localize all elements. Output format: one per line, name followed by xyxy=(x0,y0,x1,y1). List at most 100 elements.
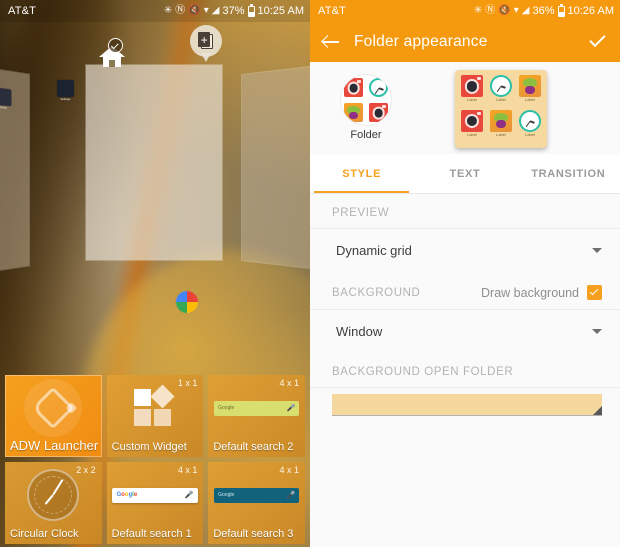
green-app-icon xyxy=(490,109,512,132)
widget-card-default-search-2[interactable]: 4 x 1 Google 🎤 Default search 2 xyxy=(208,375,305,457)
clock-icon xyxy=(490,75,512,97)
app-label: Settings xyxy=(60,97,70,101)
nfc-icon: Ⓝ xyxy=(485,5,496,16)
pin-tail xyxy=(201,53,211,62)
list-item: Label xyxy=(487,109,515,144)
right-settings-panel: AT&T ✳ Ⓝ 🔇 ▾ ◢ 36% 10:26 AM Folder appea… xyxy=(310,0,620,547)
green-app-icon xyxy=(341,100,366,125)
status-bar-left: AT&T ✳ Ⓝ 🔇 ▾ ◢ 37% 10:25 AM xyxy=(0,0,310,22)
widget-card-default-search-3[interactable]: 4 x 1 Google 🎤 Default search 3 xyxy=(208,462,305,544)
list-item[interactable]: Rocket xyxy=(0,87,12,115)
preview-style-dropdown[interactable]: Dynamic grid xyxy=(310,229,620,272)
app-label: Label xyxy=(525,131,535,137)
clock-icon xyxy=(366,75,391,100)
back-arrow-icon[interactable] xyxy=(322,33,340,51)
wifi-icon: ▾ xyxy=(513,5,519,16)
tab-style[interactable]: STYLE xyxy=(310,154,413,193)
dual-screenshot: AT&T ✳ Ⓝ 🔇 ▾ ◢ 37% 10:25 AM + Rocket Set… xyxy=(0,0,620,547)
widget-preview-art xyxy=(107,379,204,437)
microphone-icon: 🎤 xyxy=(286,405,296,412)
list-item: Label xyxy=(487,75,515,109)
list-item: Label xyxy=(516,75,544,109)
open-folder-preview[interactable]: Label Label Label Label Label Label xyxy=(455,70,547,148)
wifi-icon: ▾ xyxy=(203,5,209,16)
home-page-preview-right[interactable] xyxy=(241,64,310,271)
custom-widget-icon xyxy=(132,384,178,429)
widget-label: Default search 2 xyxy=(213,441,294,453)
widget-preview-art: Google 🎤 xyxy=(208,466,305,524)
chevron-down-icon xyxy=(592,248,602,253)
background-open-folder-swatch-wrap xyxy=(310,388,620,426)
settings-list: PREVIEW Dynamic grid BACKGROUND Draw bac… xyxy=(310,194,620,426)
tab-transition[interactable]: TRANSITION xyxy=(517,154,620,193)
home-page-preview-left[interactable]: Camera Rocket xyxy=(0,64,30,276)
circular-clock-icon xyxy=(27,469,80,521)
camera-icon xyxy=(461,75,483,97)
widget-card-circular-clock[interactable]: 2 x 2 Circular Clock xyxy=(5,462,102,544)
widget-preview-art: Google 🎤 xyxy=(208,379,305,437)
battery-icon xyxy=(557,3,565,17)
section-header-preview: PREVIEW xyxy=(310,194,620,229)
list-item: Label xyxy=(458,75,486,109)
widget-card-default-search-1[interactable]: 4 x 1 Google 🎤 Default search 1 xyxy=(106,462,204,544)
clock-label: 10:26 AM xyxy=(567,5,614,17)
widget-label: Default search 1 xyxy=(111,528,192,540)
app-icon xyxy=(0,87,11,107)
nfc-icon: Ⓝ xyxy=(175,5,186,16)
folder-icon-preview[interactable]: Folder xyxy=(332,75,400,141)
mute-icon: 🔇 xyxy=(498,5,511,16)
clock-icon xyxy=(519,109,541,132)
tab-bar: STYLE TEXT TRANSITION xyxy=(310,154,620,194)
left-home-screen-panel: AT&T ✳ Ⓝ 🔇 ▾ ◢ 37% 10:25 AM + Rocket Set… xyxy=(0,0,310,547)
background-style-dropdown[interactable]: Window xyxy=(310,310,620,353)
draw-background-checkbox[interactable] xyxy=(587,285,602,300)
widget-preview-art: Google 🎤 xyxy=(107,466,204,524)
section-header-background-open-folder: BACKGROUND OPEN FOLDER xyxy=(310,353,620,388)
draw-background-label: Draw background xyxy=(481,285,579,300)
app-label: Label xyxy=(496,97,506,102)
microphone-icon: 🎤 xyxy=(286,492,296,499)
adw-launcher-logo-icon xyxy=(24,379,83,437)
widget-preview-art xyxy=(5,379,102,437)
folder-preview-area: Folder Label Label Label Label Label Lab… xyxy=(310,62,620,154)
widget-picker-grid: ADW Launcher 1 x 1 Custom Widget 4 x 1 G… xyxy=(5,375,305,544)
list-item[interactable]: Settings xyxy=(55,80,75,106)
app-icon xyxy=(56,80,74,97)
app-label: Rocket xyxy=(0,105,8,110)
mute-icon: 🔇 xyxy=(188,5,201,16)
carrier-label: AT&T xyxy=(318,5,347,17)
checkmark-icon[interactable] xyxy=(588,30,608,52)
tab-text[interactable]: TEXT xyxy=(413,154,516,193)
app-bar: Folder appearance xyxy=(310,22,620,62)
clock-label: 10:25 AM xyxy=(257,5,304,17)
app-label: Label xyxy=(525,97,535,102)
search-placeholder: Google xyxy=(218,492,235,498)
home-folder-icon[interactable] xyxy=(176,291,198,313)
bluetooth-icon: ✳ xyxy=(163,5,173,16)
widget-label: Default search 3 xyxy=(213,528,294,540)
section-title: PREVIEW xyxy=(332,207,390,219)
page-title: Folder appearance xyxy=(354,33,488,50)
chevron-down-icon xyxy=(592,329,602,334)
home-page-preview-main[interactable] xyxy=(86,65,222,313)
dropdown-value: Dynamic grid xyxy=(336,243,412,258)
section-title: BACKGROUND OPEN FOLDER xyxy=(332,366,514,378)
battery-percent-label: 37% xyxy=(222,5,245,17)
folder-circle-icon xyxy=(341,75,391,125)
widget-label: Circular Clock xyxy=(10,528,79,540)
app-label: Label xyxy=(467,131,477,137)
camera-icon xyxy=(366,100,391,125)
widget-label: Custom Widget xyxy=(111,441,187,453)
widget-card-custom-widget[interactable]: 1 x 1 Custom Widget xyxy=(106,375,204,457)
status-bar-right: AT&T ✳ Ⓝ 🔇 ▾ ◢ 36% 10:26 AM xyxy=(310,0,620,22)
battery-percent-label: 36% xyxy=(532,5,555,17)
add-page-button[interactable] xyxy=(190,25,224,67)
bluetooth-icon: ✳ xyxy=(473,5,483,16)
background-open-folder-color-swatch[interactable] xyxy=(332,394,602,416)
green-app-icon xyxy=(519,75,541,97)
home-page-indicator[interactable] xyxy=(96,38,128,68)
dropdown-value: Window xyxy=(336,324,383,339)
folder-label: Folder xyxy=(350,129,382,141)
widget-card-adw-launcher[interactable]: ADW Launcher xyxy=(5,375,102,457)
search-bar-preview: Google 🎤 xyxy=(112,487,198,503)
